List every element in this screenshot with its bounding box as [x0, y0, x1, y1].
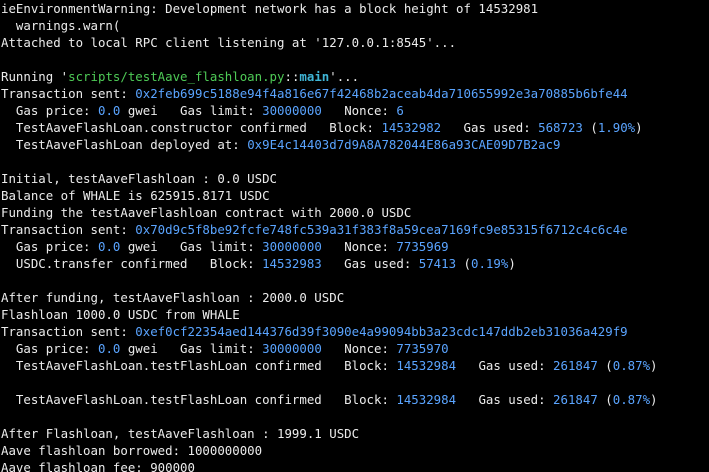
- terminal-text-segment: (: [597, 358, 613, 373]
- terminal-text-segment: 1.90%: [597, 120, 636, 135]
- terminal-text-segment: ::: [284, 69, 300, 84]
- terminal-text-segment: TestAaveFlashLoan.testFlashLoan confirme…: [1, 358, 397, 373]
- terminal-text-segment: 261847: [553, 358, 598, 373]
- terminal-text-segment: Flashloan 1000.0 USDC from WHALE: [1, 307, 240, 322]
- terminal-text-segment: Balance of WHALE is 625915.8171 USDC: [1, 188, 270, 203]
- terminal-text-segment: 0.0: [97, 239, 121, 254]
- terminal-text-segment: 0x70d9c5f8be92fcfe748fc539a31f383f8a59ce…: [135, 222, 628, 237]
- terminal-text-segment: Gas price:: [1, 103, 98, 118]
- terminal-text-segment: 0x2feb699c5188e94f4a816e67f42468b2aceab4…: [135, 86, 628, 101]
- terminal-text-segment: Nonce:: [321, 103, 397, 118]
- terminal-text-segment: ): [650, 392, 658, 407]
- terminal-text-segment: Gas price:: [1, 341, 98, 356]
- terminal-text-segment: Funding the testAaveFlashloan contract w…: [1, 205, 412, 220]
- terminal-text-segment: Transaction sent:: [1, 86, 136, 101]
- terminal-line: Transaction sent: 0xef0cf22354aed144376d…: [1, 323, 628, 340]
- terminal-text-segment: warnings.warn(: [1, 18, 121, 33]
- terminal-text-segment: 30000000: [262, 341, 322, 356]
- terminal-text-segment: 30000000: [262, 103, 322, 118]
- terminal-line: TestAaveFlashLoan deployed at: 0x9E4c144…: [1, 136, 561, 153]
- terminal-text-segment: 57413: [418, 256, 457, 271]
- terminal-line: TestAaveFlashLoan.testFlashLoan confirme…: [1, 357, 658, 374]
- terminal-text-segment: Gas used:: [456, 358, 554, 373]
- terminal-line: ieEnvironmentWarning: Development networ…: [1, 0, 538, 17]
- terminal-text-segment: ): [650, 358, 658, 373]
- terminal-line: After Flashloan, testAaveFlashloan : 199…: [1, 425, 359, 442]
- terminal-text-segment: 14532983: [262, 256, 322, 271]
- terminal-text-segment: Attached to local RPC client listening a…: [1, 35, 457, 50]
- terminal-line: Aave flashloan fee: 900000: [1, 459, 195, 472]
- terminal-line: Running 'scripts/testAave_flashloan.py::…: [1, 68, 359, 85]
- terminal-line: Balance of WHALE is 625915.8171 USDC: [1, 187, 270, 204]
- terminal-text-segment: USDC.transfer confirmed Block:: [1, 256, 263, 271]
- terminal-text-segment: Aave flashloan borrowed: 1000000000: [1, 443, 263, 458]
- terminal-text-segment: 6: [396, 103, 404, 118]
- terminal-text-segment: main: [299, 69, 330, 84]
- terminal-text-segment: 0.87%: [612, 358, 651, 373]
- terminal-line: Aave flashloan borrowed: 1000000000: [1, 442, 262, 459]
- terminal-text-segment: ): [508, 256, 516, 271]
- terminal-text-segment: (: [456, 256, 471, 271]
- terminal-text-segment: '...: [329, 69, 360, 84]
- terminal-text-segment: gwei Gas limit:: [120, 341, 263, 356]
- terminal-text-segment: gwei Gas limit:: [120, 103, 263, 118]
- terminal-text-segment: Transaction sent:: [1, 324, 136, 339]
- terminal-line: Gas price: 0.0 gwei Gas limit: 30000000 …: [1, 340, 449, 357]
- terminal-text-segment: 30000000: [262, 239, 322, 254]
- terminal-text-segment: (: [582, 120, 598, 135]
- terminal-line: Initial, testAaveFlashloan : 0.0 USDC: [1, 170, 277, 187]
- terminal-text-segment: Running ': [1, 69, 69, 84]
- terminal-line: Gas price: 0.0 gwei Gas limit: 30000000 …: [1, 238, 449, 255]
- terminal-text-segment: ieEnvironmentWarning: Development networ…: [1, 1, 539, 16]
- terminal-output[interactable]: ieEnvironmentWarning: Development networ…: [0, 0, 709, 472]
- terminal-text-segment: 0.0: [97, 341, 121, 356]
- terminal-text-segment: Nonce:: [321, 341, 397, 356]
- terminal-text-segment: 0.87%: [612, 392, 651, 407]
- terminal-text-segment: After funding, testAaveFlashloan : 2000.…: [1, 290, 345, 305]
- terminal-text-segment: Gas used:: [456, 392, 554, 407]
- terminal-text-segment: TestAaveFlashLoan.constructor confirmed …: [1, 120, 382, 135]
- terminal-text-segment: ): [635, 120, 643, 135]
- terminal-text-segment: After Flashloan, testAaveFlashloan : 199…: [1, 426, 360, 441]
- terminal-text-segment: Initial, testAaveFlashloan : 0.0 USDC: [1, 171, 278, 186]
- terminal-line: TestAaveFlashLoan.testFlashLoan confirme…: [1, 391, 658, 408]
- terminal-text-segment: Gas price:: [1, 239, 98, 254]
- terminal-line: Flashloan 1000.0 USDC from WHALE: [1, 306, 240, 323]
- terminal-text-segment: 0xef0cf22354aed144376d39f3090e4a99094bb3…: [135, 324, 628, 339]
- terminal-text-segment: 261847: [553, 392, 598, 407]
- terminal-line: TestAaveFlashLoan.constructor confirmed …: [1, 119, 643, 136]
- terminal-text-segment: 0.19%: [471, 256, 509, 271]
- terminal-line: Transaction sent: 0x2feb699c5188e94f4a81…: [1, 85, 628, 102]
- terminal-line: Attached to local RPC client listening a…: [1, 34, 456, 51]
- terminal-line: Transaction sent: 0x70d9c5f8be92fcfe748f…: [1, 221, 628, 238]
- terminal-text-segment: Transaction sent:: [1, 222, 136, 237]
- terminal-text-segment: 0x9E4c14403d7d9A8A782044E86a93CAE09D7B2a…: [247, 137, 561, 152]
- terminal-line: warnings.warn(: [1, 17, 120, 34]
- terminal-text-segment: TestAaveFlashLoan deployed at:: [1, 137, 248, 152]
- terminal-text-segment: 14532984: [396, 358, 457, 373]
- terminal-text-segment: 14532984: [396, 392, 457, 407]
- terminal-text-segment: 0.0: [97, 103, 121, 118]
- terminal-line: Gas price: 0.0 gwei Gas limit: 30000000 …: [1, 102, 404, 119]
- terminal-text-segment: 7735969: [396, 239, 449, 254]
- terminal-text-segment: Gas used:: [321, 256, 419, 271]
- terminal-text-segment: 14532982: [381, 120, 442, 135]
- terminal-text-segment: gwei Gas limit:: [120, 239, 263, 254]
- terminal-text-segment: TestAaveFlashLoan.testFlashLoan confirme…: [1, 392, 397, 407]
- terminal-line: USDC.transfer confirmed Block: 14532983 …: [1, 255, 516, 272]
- terminal-text-segment: (: [597, 392, 613, 407]
- terminal-text-segment: Gas used:: [441, 120, 539, 135]
- terminal-text-segment: Aave flashloan fee: 900000: [1, 460, 195, 472]
- terminal-text-segment: scripts/testAave_flashloan.py: [68, 69, 285, 84]
- terminal-text-segment: Nonce:: [321, 239, 397, 254]
- terminal-line: After funding, testAaveFlashloan : 2000.…: [1, 289, 344, 306]
- terminal-text-segment: 568723: [538, 120, 583, 135]
- terminal-text-segment: 7735970: [396, 341, 449, 356]
- terminal-line: Funding the testAaveFlashloan contract w…: [1, 204, 411, 221]
